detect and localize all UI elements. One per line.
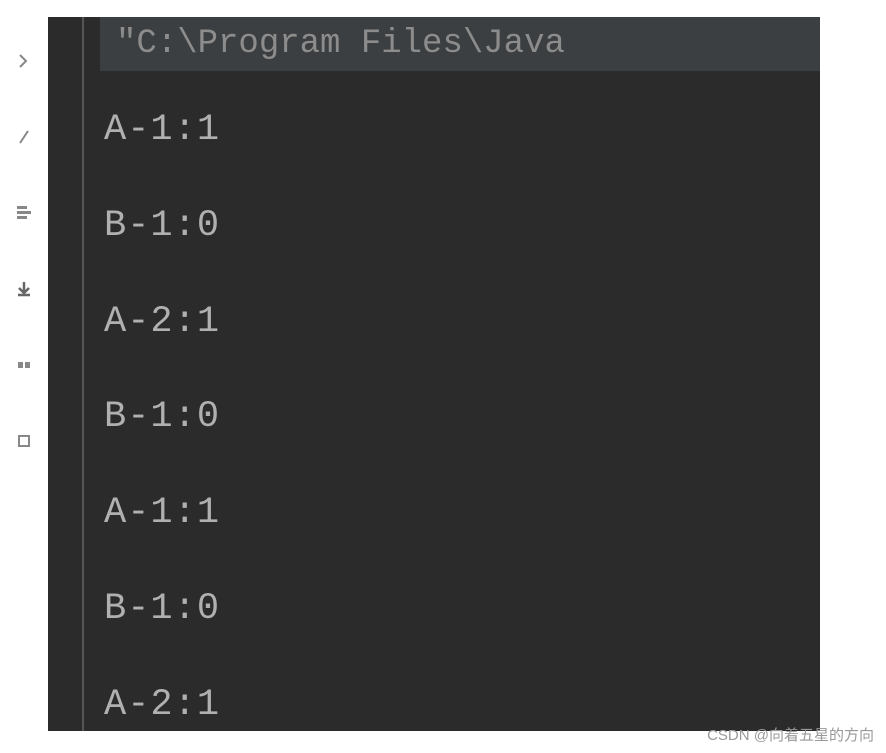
watermark-text: CSDN @向着五星的方向 (707, 724, 874, 745)
output-line: A-1:1 (104, 83, 820, 179)
output-line: A-2:1 (104, 275, 820, 371)
output-line: B-1:0 (104, 370, 820, 466)
output-container: A-1:1 B-1:0 A-2:1 B-1:0 A-1:1 B-1:0 A-2:… (84, 71, 820, 731)
sidebar-debug-icon[interactable] (10, 351, 38, 379)
console-gutter (48, 17, 84, 731)
output-line: B-1:0 (104, 179, 820, 275)
sidebar-chevron-icon[interactable] (10, 47, 38, 75)
ide-sidebar (0, 17, 48, 731)
console-panel: "C:\Program Files\Java A-1:1 B-1:0 A-2:1… (48, 17, 820, 731)
sidebar-settings-icon[interactable] (10, 199, 38, 227)
sidebar-more-icon[interactable] (10, 427, 38, 455)
sidebar-slash-icon[interactable] (10, 123, 38, 151)
sidebar-download-icon[interactable] (10, 275, 38, 303)
output-line: B-1:0 (104, 562, 820, 658)
console-output-area[interactable]: "C:\Program Files\Java A-1:1 B-1:0 A-2:1… (84, 17, 820, 731)
output-line: A-2:1 (104, 658, 820, 731)
command-line: "C:\Program Files\Java (100, 17, 820, 71)
output-line: A-1:1 (104, 466, 820, 562)
